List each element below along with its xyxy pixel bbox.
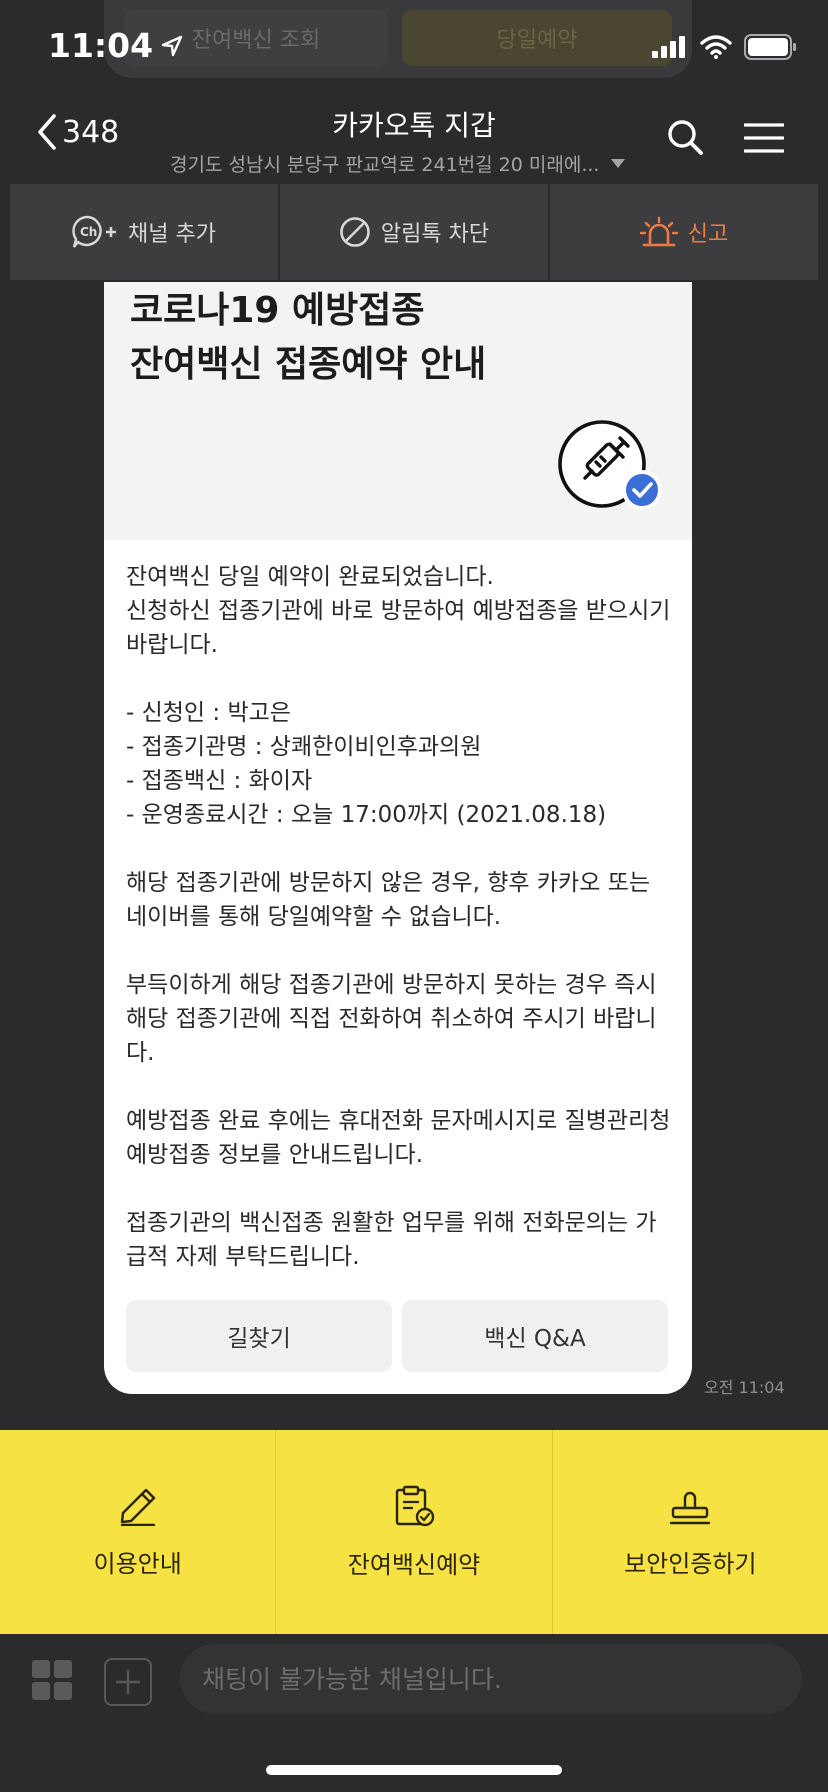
block-alert-button[interactable]: 알림톡 차단 [280, 184, 550, 280]
report-button[interactable]: 신고 [550, 184, 818, 280]
attach-plus-button[interactable] [104, 1658, 152, 1706]
message-timestamp: 오전 11:04 [704, 1378, 785, 1397]
block-alert-label: 알림톡 차단 [380, 222, 490, 247]
search-button[interactable] [666, 118, 704, 160]
channel-plus-icon: Ch [72, 215, 117, 248]
battery-icon [744, 34, 796, 60]
directions-button[interactable]: 길찾기 [126, 1300, 392, 1372]
card-header: 코로나19 예방접종 잔여백신 접종예약 안내 [104, 282, 692, 540]
channel-address-text: 경기도 성남시 분당구 판교역로 241번길 20 미래에... [170, 154, 600, 176]
remaining-vaccine-reservation-menu-item[interactable]: 잔여백신예약 [276, 1430, 553, 1634]
clock-text: 11:04 [48, 26, 154, 65]
menu-grid-button[interactable] [32, 1660, 72, 1704]
status-icons [652, 34, 798, 60]
search-icon [668, 120, 703, 155]
status-bar-time: 11:04 [48, 26, 183, 65]
channel-bottom-menu: 이용안내 잔여백신예약 보안인증하기 [0, 1430, 828, 1634]
channel-address[interactable]: 경기도 성남시 분당구 판교역로 241번길 20 미래에... [170, 150, 626, 177]
message-body: 잔여백신 당일 예약이 완료되었습니다. 신청하신 접종기관에 바로 방문하여 … [126, 564, 671, 1270]
svg-text:Ch: Ch [80, 225, 97, 239]
report-label: 신고 [687, 222, 729, 247]
add-channel-label: 채널 추가 [128, 222, 216, 247]
usage-guide-menu-item[interactable]: 이용안내 [0, 1430, 277, 1634]
card-title-line2: 잔여백신 접종예약 안내 [130, 344, 487, 385]
add-channel-button[interactable]: Ch 채널 추가 [10, 184, 280, 280]
pencil-icon [120, 1488, 155, 1526]
grid-icon [32, 1660, 72, 1700]
location-arrow-icon [161, 35, 183, 56]
signal-icon [652, 36, 685, 58]
syringe-check-icon [558, 420, 662, 510]
vaccine-qa-button[interactable]: 백신 Q&A [402, 1300, 668, 1372]
block-icon [340, 217, 370, 247]
stamp-icon [670, 1491, 711, 1524]
hamburger-menu-icon [743, 123, 785, 153]
card-title-line1: 코로나19 예방접종 [130, 290, 425, 331]
chat-input[interactable] [180, 1644, 802, 1714]
security-auth-label: 보안인증하기 [624, 1549, 757, 1578]
remaining-vaccine-reservation-label: 잔여백신예약 [347, 1550, 481, 1579]
home-indicator[interactable] [266, 1765, 562, 1775]
card-title: 코로나19 예방접종 잔여백신 접종예약 안내 [130, 284, 486, 392]
security-auth-menu-item[interactable]: 보안인증하기 [553, 1430, 828, 1634]
wifi-icon [700, 35, 732, 59]
vaccine-reservation-message-card: 코로나19 예방접종 잔여백신 접종예약 안내 잔여백신 당일 예약이 완료되었… [104, 282, 692, 1394]
previous-message-card: 잔여백신 조회 당일예약 [104, 0, 692, 78]
clipboard-check-icon [395, 1485, 435, 1526]
siren-icon [639, 216, 678, 247]
channel-action-bar: Ch 채널 추가 알림톡 차단 신고 [10, 184, 818, 280]
plus-icon [116, 1670, 140, 1694]
caret-down-icon [611, 158, 626, 168]
same-day-reservation-button[interactable]: 당일예약 [402, 10, 672, 66]
usage-guide-label: 이용안내 [93, 1549, 182, 1578]
menu-button[interactable] [743, 122, 785, 158]
